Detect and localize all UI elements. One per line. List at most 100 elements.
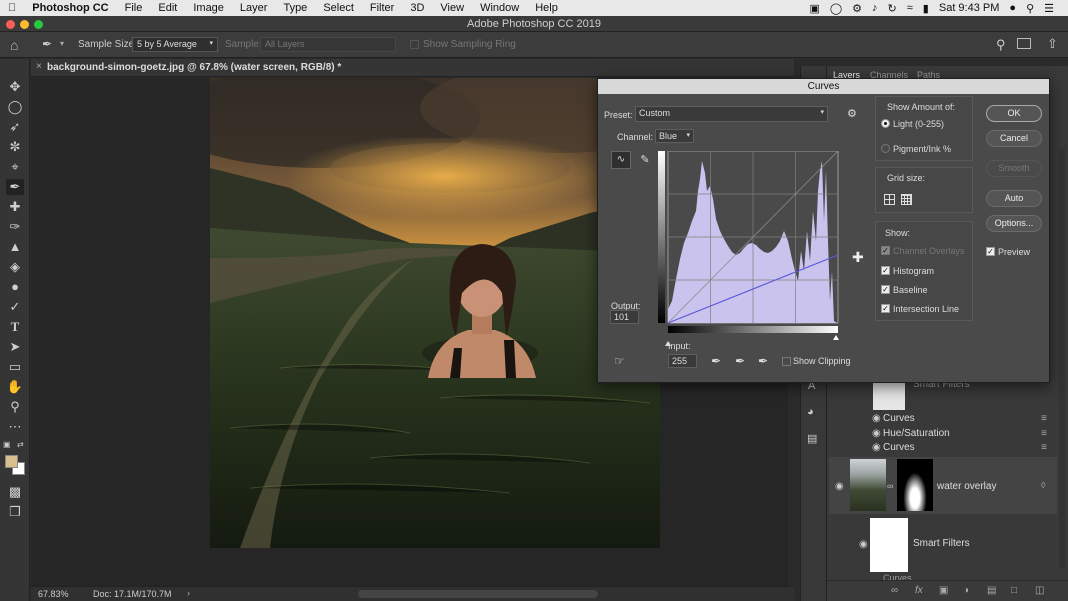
layer-thumbnail[interactable]: [850, 459, 886, 511]
auto-button[interactable]: Auto: [986, 190, 1042, 207]
menu-3d[interactable]: 3D: [402, 2, 432, 14]
pigment-radio[interactable]: [881, 144, 890, 153]
menu-select[interactable]: Select: [315, 2, 362, 14]
horizontal-scrollbar[interactable]: [358, 590, 598, 598]
add-mask-icon[interactable]: ▣: [939, 585, 948, 596]
wifi-icon[interactable]: ≈: [907, 2, 913, 14]
detailed-grid-icon[interactable]: [901, 194, 912, 205]
pen-tool-icon[interactable]: ✓: [6, 299, 24, 315]
light-radio[interactable]: [881, 119, 890, 128]
more-tools-icon[interactable]: ⋯: [6, 419, 24, 435]
menu-view[interactable]: View: [432, 2, 472, 14]
move-tool-icon[interactable]: ✥: [6, 79, 24, 95]
show-sampling-ring-checkbox[interactable]: [410, 40, 419, 49]
menu-file[interactable]: File: [117, 2, 151, 14]
workspace-icon[interactable]: [1017, 38, 1031, 49]
eyedropper-tool-icon[interactable]: ✒: [6, 179, 24, 195]
zoom-tool-icon[interactable]: ⚲: [6, 399, 24, 415]
hand-tool-icon[interactable]: ✋: [6, 379, 24, 395]
menubar-clock[interactable]: Sat 9:43 PM: [939, 2, 1000, 14]
marquee-tool-icon[interactable]: ◯: [6, 99, 24, 115]
healing-brush-tool-icon[interactable]: ✚: [6, 199, 24, 215]
search-icon[interactable]: ⚲: [1026, 2, 1034, 15]
sample-size-select[interactable]: 5 by 5 Average ▾: [132, 37, 218, 52]
filter-options-icon[interactable]: ≡: [1041, 442, 1047, 453]
eye-icon[interactable]: ◉: [872, 428, 881, 439]
new-layer-icon[interactable]: □: [1011, 585, 1017, 596]
default-colors-icon[interactable]: ▣: [3, 440, 11, 449]
on-image-adjustment-icon[interactable]: ☞: [614, 354, 625, 368]
curves-graph[interactable]: [658, 151, 843, 346]
eyedropper-preset-icon[interactable]: ✒: [42, 37, 52, 51]
gray-point-eyedropper-icon[interactable]: ✒: [735, 354, 745, 368]
chevron-down-icon[interactable]: ▾: [60, 39, 64, 48]
layer-row-water-overlay[interactable]: ◉ ∞ water overlay ◊: [829, 457, 1057, 514]
smart-filter-mask-thumbnail[interactable]: [870, 518, 908, 572]
zoom-level[interactable]: 67.83%: [38, 589, 69, 599]
menu-image[interactable]: Image: [185, 2, 232, 14]
output-field[interactable]: 101: [610, 310, 639, 324]
filter-options-icon[interactable]: ≡: [1041, 413, 1047, 424]
notification-center-icon[interactable]: ☰: [1044, 2, 1054, 15]
eye-icon[interactable]: ◉: [859, 539, 868, 550]
black-point-eyedropper-icon[interactable]: ✒: [711, 354, 721, 368]
menu-layer[interactable]: Layer: [232, 2, 276, 14]
spotlight-tool-icon[interactable]: ⚙: [852, 2, 862, 15]
menu-help[interactable]: Help: [527, 2, 566, 14]
eye-icon[interactable]: ◉: [872, 442, 881, 453]
smooth-button[interactable]: Smooth: [986, 160, 1042, 177]
histogram-checkbox[interactable]: ✓: [881, 266, 890, 275]
simple-grid-icon[interactable]: [884, 194, 895, 205]
volume-icon[interactable]: ♪: [872, 2, 878, 14]
rectangle-tool-icon[interactable]: ▭: [6, 359, 24, 375]
cancel-button[interactable]: Cancel: [986, 130, 1042, 147]
menu-type[interactable]: Type: [275, 2, 315, 14]
document-image[interactable]: [210, 78, 660, 548]
blur-tool-icon[interactable]: ◈: [6, 259, 24, 275]
quick-mask-icon[interactable]: ▩: [6, 484, 24, 500]
doc-size[interactable]: Doc: 17.1M/170.7M: [93, 589, 172, 599]
show-clipping-checkbox[interactable]: [782, 357, 791, 366]
input-field[interactable]: 255: [668, 354, 697, 368]
filter-options-icon[interactable]: ≡: [1041, 428, 1047, 439]
quick-selection-tool-icon[interactable]: ✼: [6, 139, 24, 155]
close-tab-icon[interactable]: ×: [36, 61, 42, 72]
document-tab[interactable]: × background-simon-goetz.jpg @ 67.8% (wa…: [31, 59, 794, 77]
battery-icon[interactable]: ▮: [923, 2, 929, 15]
time-machine-icon[interactable]: ↻: [888, 2, 897, 15]
preview-checkbox[interactable]: ✓: [986, 247, 995, 256]
trash-icon[interactable]: ◫: [1035, 585, 1044, 596]
channel-select[interactable]: Blue ▾: [655, 129, 694, 143]
creative-cloud-icon[interactable]: ◯: [830, 2, 842, 15]
link-layers-icon[interactable]: ∞: [891, 585, 898, 596]
swap-colors-icon[interactable]: ⇄: [17, 440, 24, 449]
sample-select[interactable]: All Layers: [260, 37, 396, 52]
search-icon[interactable]: ⚲: [996, 37, 1006, 53]
screen-record-icon[interactable]: ▣: [809, 2, 819, 15]
preset-select[interactable]: Custom ▾: [635, 106, 828, 122]
channel-overlays-checkbox[interactable]: ✓: [881, 246, 890, 255]
brush-tool-icon[interactable]: ✑: [6, 219, 24, 235]
crop-tool-icon[interactable]: ⌖: [6, 159, 24, 175]
chevron-right-icon[interactable]: ›: [187, 588, 190, 598]
fx-icon[interactable]: fx: [915, 585, 923, 596]
layer-mask-thumbnail[interactable]: [897, 459, 933, 511]
share-icon[interactable]: ⇧: [1047, 36, 1058, 52]
ok-button[interactable]: OK: [986, 105, 1042, 122]
layers-scrollbar[interactable]: [1059, 148, 1065, 568]
menu-app-name[interactable]: Photoshop CC: [24, 2, 116, 14]
clone-stamp-tool-icon[interactable]: ▲: [6, 239, 24, 255]
path-selection-tool-icon[interactable]: ➤: [6, 339, 24, 355]
apple-icon[interactable]: : [0, 2, 24, 14]
intersection-line-checkbox[interactable]: ✓: [881, 304, 890, 313]
menu-window[interactable]: Window: [472, 2, 527, 14]
lasso-tool-icon[interactable]: ➶: [6, 119, 24, 135]
type-tool-icon[interactable]: T: [6, 319, 24, 335]
preset-options-gear-icon[interactable]: ⚙: [847, 107, 857, 120]
eye-icon[interactable]: ◉: [872, 413, 881, 424]
curve-point-tool-icon[interactable]: ∿: [611, 151, 631, 169]
group-icon[interactable]: ▤: [987, 585, 996, 596]
link-icon[interactable]: ∞: [887, 481, 893, 491]
adjustment-layer-icon[interactable]: ◑: [963, 585, 969, 596]
smart-object-icon[interactable]: ◊: [1041, 480, 1045, 490]
